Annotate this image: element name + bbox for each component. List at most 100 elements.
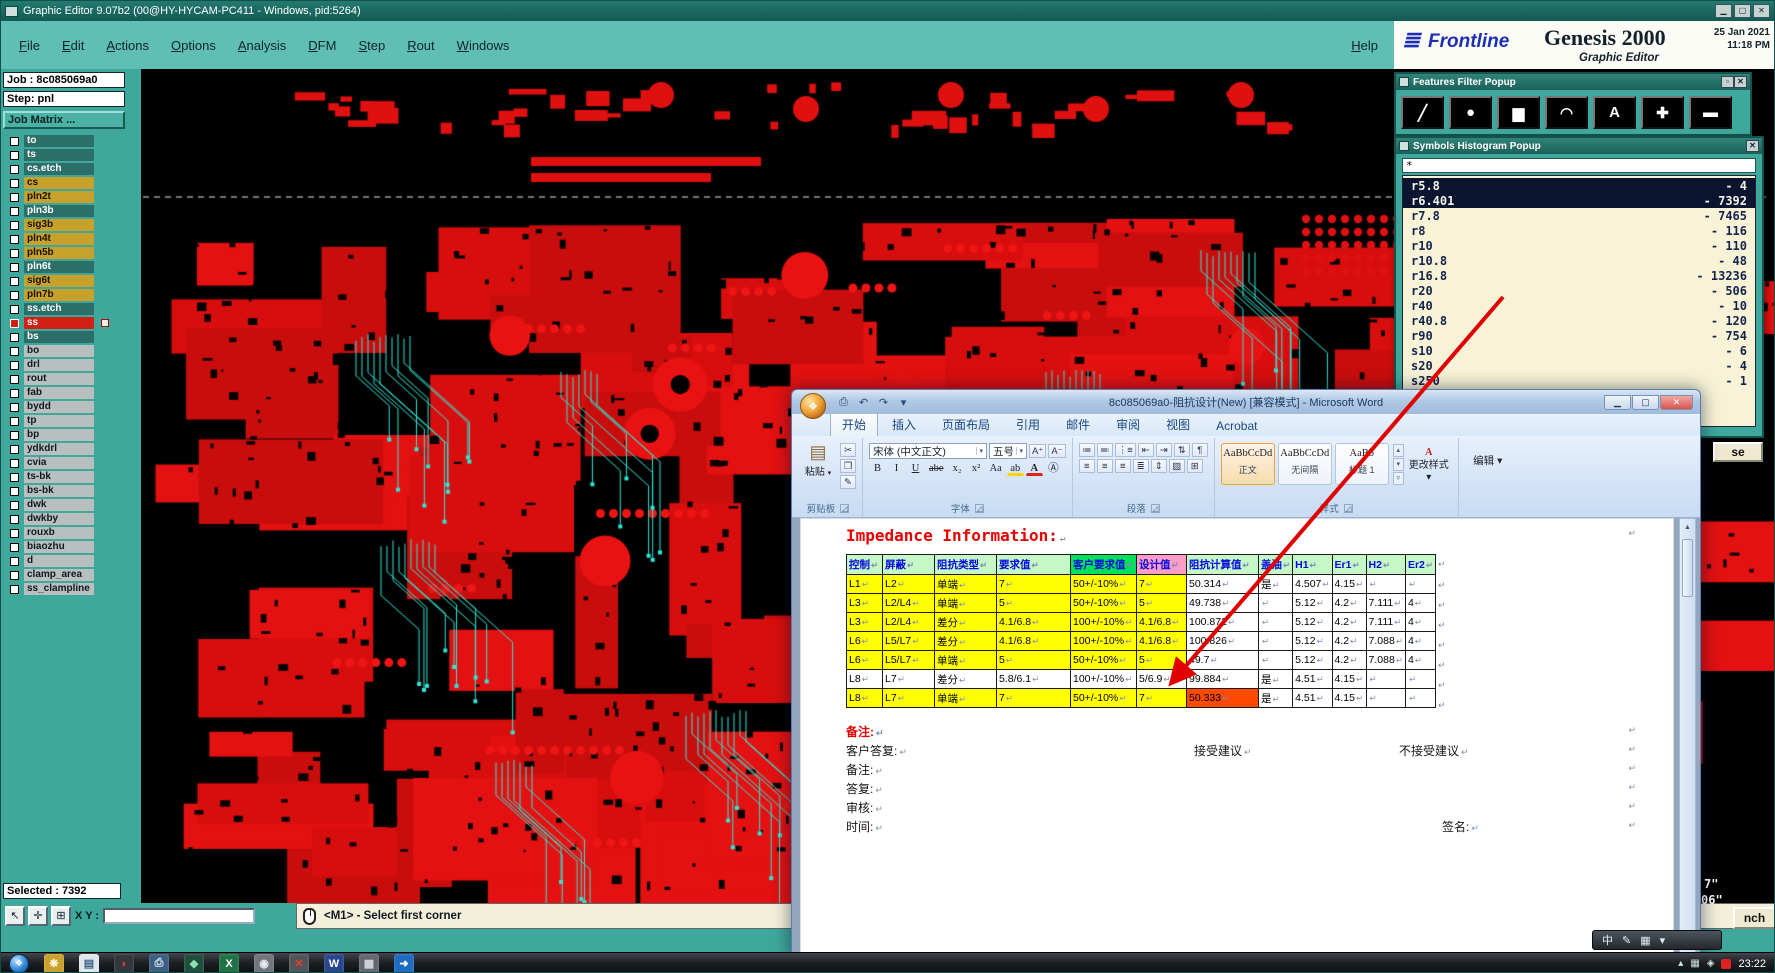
grow-font-icon[interactable]: A⁺ — [1029, 444, 1047, 458]
menu-step[interactable]: Step — [358, 38, 385, 53]
table-cell[interactable]: L7 — [882, 669, 935, 689]
taskbar-icon-reader[interactable]: ◗ — [114, 953, 134, 972]
taskbar-icon-viewer[interactable]: ◆ — [184, 953, 204, 972]
table-cell[interactable]: 4.15 — [1331, 669, 1367, 689]
layer-item-dwk[interactable]: dwk — [1, 498, 141, 512]
table-cell[interactable]: 4.51 — [1292, 688, 1333, 708]
layer-visibility-checkbox[interactable] — [10, 192, 19, 202]
undo-icon[interactable]: ↶ — [856, 396, 871, 409]
layer-item-clamp_area[interactable]: clamp_area — [1, 568, 141, 582]
subscript-icon[interactable]: x₂ — [949, 461, 966, 476]
grid-tool-button[interactable]: ⊞ — [51, 906, 71, 926]
table-cell[interactable]: 5.12 — [1292, 631, 1333, 651]
table-cell[interactable]: L5/L7 — [882, 650, 935, 670]
table-cell[interactable] — [1404, 669, 1437, 689]
table-cell[interactable] — [1257, 612, 1294, 632]
layer-item-ss.etch[interactable]: ss.etch — [1, 302, 141, 316]
layer-item-cs[interactable]: cs — [1, 176, 141, 190]
layer-visibility-checkbox[interactable] — [10, 150, 19, 160]
table-cell[interactable]: 5/6.9 — [1136, 669, 1187, 689]
pointer-tool-button[interactable]: ↖ — [5, 906, 25, 926]
table-cell[interactable]: 50+/-10% — [1070, 688, 1137, 708]
table-cell[interactable]: 5.12 — [1292, 650, 1333, 670]
table-cell[interactable]: 4.507 — [1292, 574, 1333, 594]
histogram-row-r10[interactable]: r10 110 — [1403, 238, 1755, 253]
table-cell[interactable]: 4.2 — [1331, 650, 1367, 670]
save-icon[interactable]: ⎙ — [836, 396, 851, 409]
table-cell[interactable]: 50.333 — [1186, 688, 1259, 708]
table-cell[interactable]: 5 — [996, 593, 1071, 613]
change-styles-button[interactable]: A 更改样式 ▾ — [1406, 443, 1452, 485]
line-spacing-icon[interactable]: ⇕ — [1150, 459, 1167, 473]
style-无间隔[interactable]: AaBbCcDd 无间隔 — [1277, 443, 1332, 485]
layer-visibility-checkbox[interactable] — [10, 430, 19, 440]
table-cell[interactable]: L7 — [882, 688, 935, 708]
start-button[interactable]: ❖ — [9, 953, 29, 972]
histogram-row-r40[interactable]: r40 10 — [1403, 298, 1755, 313]
text-filter-button[interactable]: A — [1593, 96, 1636, 129]
table-cell[interactable]: L8 — [846, 688, 883, 708]
dialog-launcher-icon[interactable]: ◿ — [974, 503, 984, 513]
table-cell[interactable]: 差分 — [934, 612, 997, 632]
layer-visibility-checkbox[interactable] — [10, 542, 19, 552]
taskbar-icon-notepad[interactable]: ▤ — [79, 953, 99, 972]
change-case-icon[interactable]: Aa — [987, 461, 1005, 476]
table-cell[interactable]: 单端 — [934, 574, 997, 594]
ime-keyboard-icon[interactable]: ▦ — [1640, 934, 1650, 947]
close-button-partial[interactable]: se — [1713, 442, 1763, 462]
table-cell[interactable]: 49.7 — [1186, 650, 1259, 670]
histogram-popup-titlebar[interactable]: Symbols Histogram Popup ✕ — [1396, 138, 1762, 154]
symbol-filter-input[interactable]: * — [1402, 158, 1756, 173]
layer-item-sig6t[interactable]: sig6t — [1, 274, 141, 288]
table-cell[interactable]: 7 — [996, 688, 1071, 708]
table-cell[interactable] — [1257, 593, 1294, 613]
layer-visibility-checkbox[interactable] — [10, 220, 19, 230]
inch-button-partial[interactable]: nch — [1733, 907, 1774, 929]
document-page[interactable]: Impedance Information: 控制屏蔽阻抗类型要求值客户要求值设… — [800, 518, 1674, 958]
menu-windows[interactable]: Windows — [457, 38, 510, 53]
layer-visibility-checkbox[interactable] — [10, 178, 19, 188]
tab-审阅[interactable]: 审阅 — [1104, 412, 1152, 436]
dialog-launcher-icon[interactable]: ◿ — [1150, 503, 1160, 513]
layer-item-pln3b[interactable]: pln3b — [1, 204, 141, 218]
taskbar-icon-launcher[interactable]: ➜ — [394, 953, 414, 972]
table-cell[interactable]: L2/L4 — [882, 612, 935, 632]
layer-item-dwkby[interactable]: dwkby — [1, 512, 141, 526]
histogram-row-r90[interactable]: r90 754 — [1403, 328, 1755, 343]
popup-close-button[interactable]: ✕ — [1746, 140, 1759, 152]
layer-visibility-checkbox[interactable] — [10, 472, 19, 482]
layer-visibility-checkbox[interactable] — [10, 234, 19, 244]
layer-visibility-checkbox[interactable] — [10, 262, 19, 272]
tab-邮件[interactable]: 邮件 — [1054, 412, 1102, 436]
numbering-icon[interactable]: ≕ — [1096, 443, 1113, 457]
layer-visibility-checkbox[interactable] — [10, 570, 19, 580]
office-button[interactable]: ❖ — [800, 393, 826, 419]
layer-item-d[interactable]: d — [1, 554, 141, 568]
pad-filter-button[interactable]: ● — [1449, 96, 1492, 129]
layer-item-bs-bk[interactable]: bs-bk — [1, 484, 141, 498]
layer-visibility-checkbox[interactable] — [10, 528, 19, 538]
taskbar-icon-close[interactable]: ✕ — [289, 953, 309, 972]
menu-edit[interactable]: Edit — [62, 38, 84, 53]
italic-icon[interactable]: I — [888, 461, 905, 476]
increase-indent-icon[interactable]: ⇥ — [1155, 443, 1172, 457]
layer-visibility-checkbox[interactable] — [10, 164, 19, 174]
layer-visibility-checkbox[interactable] — [10, 360, 19, 370]
layer-item-rout[interactable]: rout — [1, 372, 141, 386]
layer-item-drl[interactable]: drl — [1, 358, 141, 372]
format-painter-icon[interactable]: ✎ — [840, 475, 856, 489]
layer-item-biaozhu[interactable]: biaozhu — [1, 540, 141, 554]
table-cell[interactable]: 4 — [1404, 593, 1437, 613]
layer-visibility-checkbox[interactable] — [10, 276, 19, 286]
menu-file[interactable]: File — [19, 38, 40, 53]
close-button[interactable]: ✕ — [1753, 4, 1770, 18]
table-cell[interactable]: 7 — [1136, 688, 1187, 708]
cut-icon[interactable]: ✂ — [840, 443, 856, 457]
word-maximize-button[interactable]: ▢ — [1632, 394, 1659, 410]
layer-visibility-checkbox[interactable] — [10, 374, 19, 384]
tab-页面布局[interactable]: 页面布局 — [930, 412, 1002, 436]
arc-filter-button[interactable]: ◠ — [1545, 96, 1588, 129]
table-cell[interactable]: 7 — [996, 574, 1071, 594]
histogram-row-r8[interactable]: r8 116 — [1403, 223, 1755, 238]
layer-item-ydkdrl[interactable]: ydkdrl — [1, 442, 141, 456]
